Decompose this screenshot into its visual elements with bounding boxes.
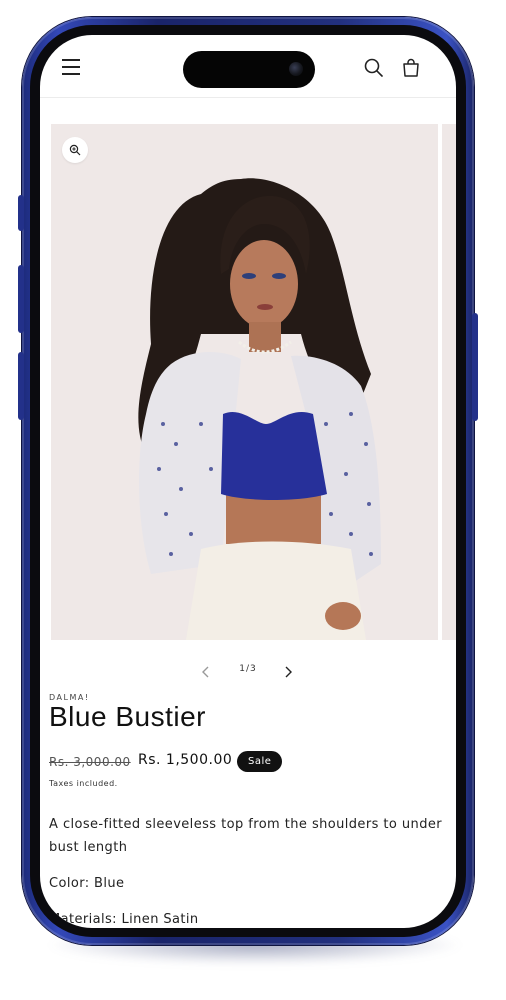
product-description: A close-fitted sleeveless top from the s… — [49, 817, 442, 855]
chevron-right-icon[interactable] — [278, 662, 298, 682]
gallery-counter: 1/3 — [239, 664, 257, 674]
sale-badge: Sale — [237, 751, 283, 772]
product-image[interactable] — [51, 124, 438, 640]
hamburger-menu-icon[interactable] — [62, 59, 80, 75]
phone-volume-up-button — [18, 265, 24, 333]
dynamic-island — [183, 51, 315, 88]
product-materials: Materials: Linen Satin — [49, 912, 199, 927]
model-photo — [51, 124, 438, 640]
phone-screen: 1/3 DALMA! Blue Bustier Rs. 3,000.00 Rs.… — [40, 35, 456, 928]
front-camera — [289, 62, 303, 76]
zoom-in-icon[interactable] — [62, 137, 88, 163]
gallery-pagination: 1/3 — [190, 660, 306, 684]
next-image-peek[interactable] — [442, 124, 456, 640]
phone-action-button — [18, 195, 24, 231]
search-icon[interactable] — [363, 57, 385, 79]
sale-price: Rs. 1,500.00 — [138, 752, 233, 768]
phone-volume-down-button — [18, 352, 24, 420]
product-color: Color: Blue — [49, 876, 125, 891]
phone-power-button — [472, 313, 478, 421]
shopping-bag-icon[interactable] — [400, 57, 422, 79]
regular-price: Rs. 3,000.00 — [49, 755, 131, 769]
taxes-note: Taxes included. — [49, 779, 118, 788]
price-row: Rs. 3,000.00 Rs. 1,500.00 Sale — [49, 751, 439, 775]
product-title: Blue Bustier — [49, 701, 206, 732]
chevron-left-icon[interactable] — [196, 662, 216, 682]
